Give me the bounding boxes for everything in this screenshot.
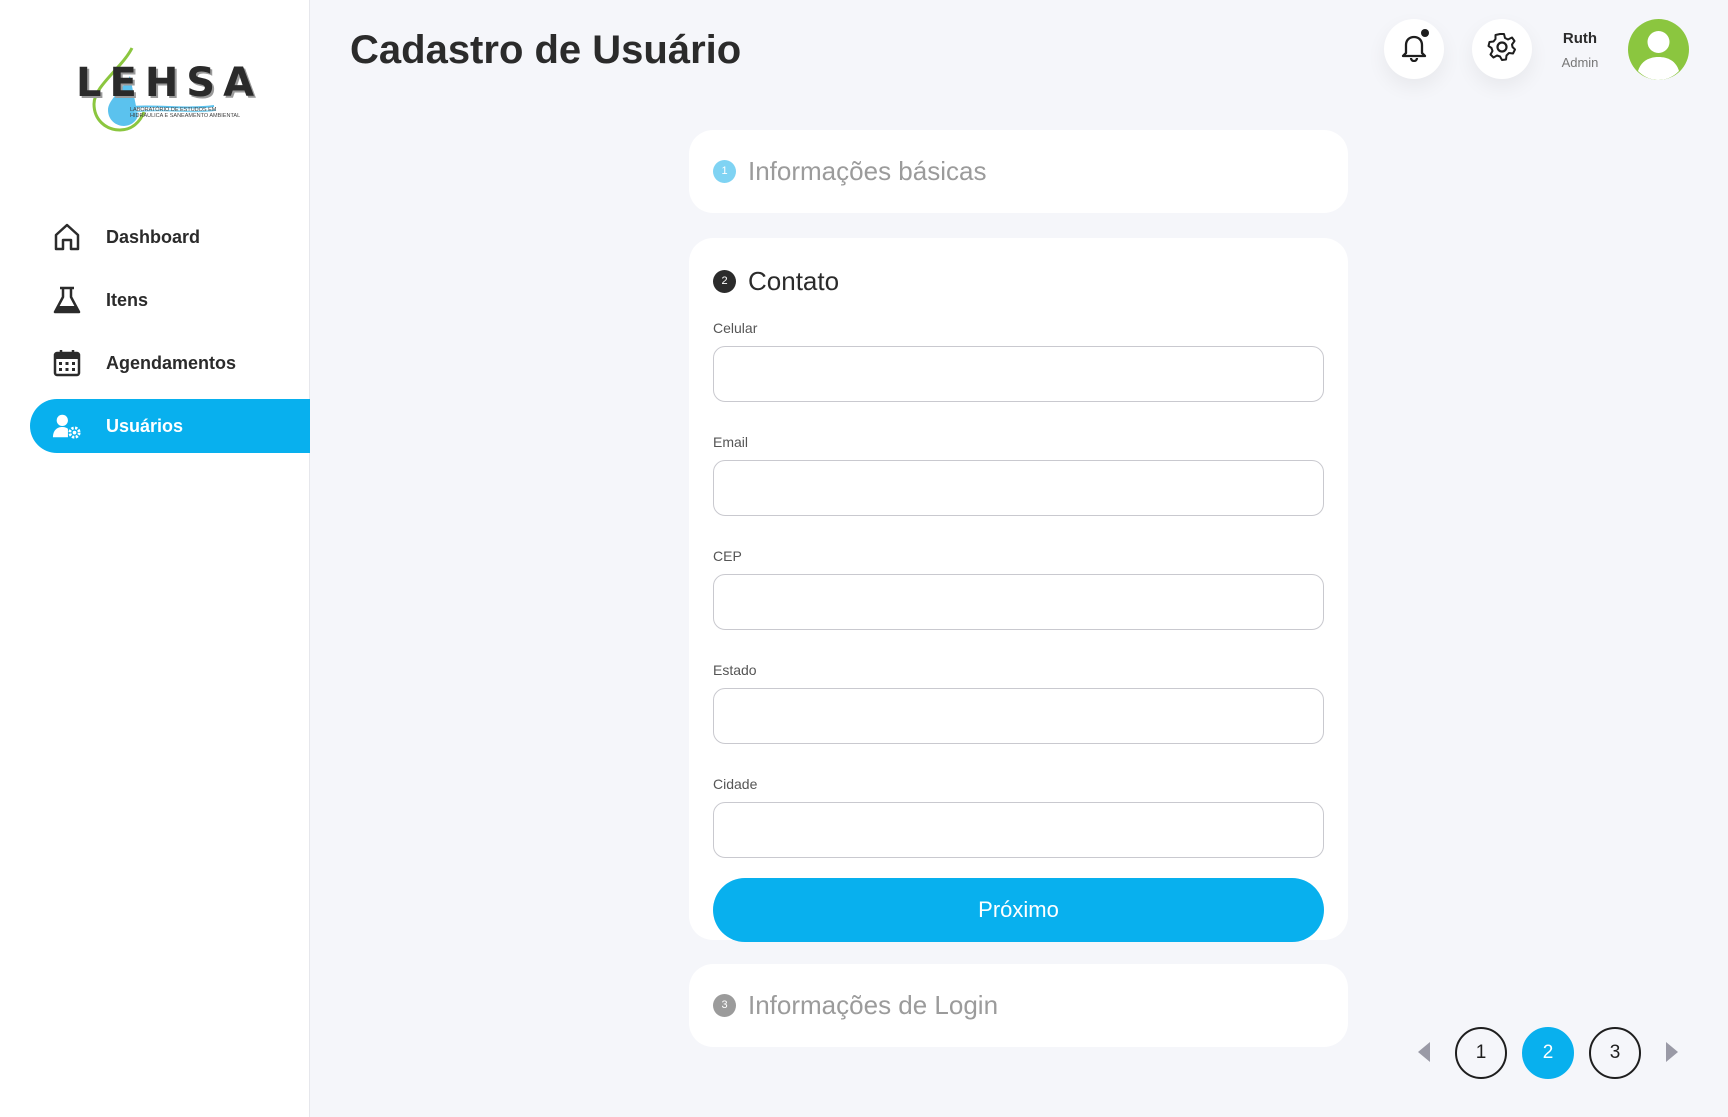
user-gear-icon xyxy=(52,411,82,441)
sidebar-item-label: Itens xyxy=(106,289,149,310)
cep-field[interactable] xyxy=(713,574,1324,630)
step-header[interactable]: 3 Informações de Login xyxy=(689,964,1348,1046)
email-label: Email xyxy=(713,434,749,450)
calendar-icon xyxy=(52,348,82,378)
sidebar-item-label: Dashboard xyxy=(106,226,201,247)
celular-label: Celular xyxy=(713,320,758,336)
sidebar-item-agendamentos[interactable]: Agendamentos xyxy=(30,336,310,390)
cep-label: CEP xyxy=(713,548,742,564)
user-role: Admin xyxy=(1561,55,1599,70)
cidade-field[interactable] xyxy=(713,802,1324,858)
logo-text: LEHSA xyxy=(76,60,263,106)
step-header[interactable]: 2 Contato xyxy=(689,238,1348,324)
next-page-icon[interactable] xyxy=(1666,1040,1680,1069)
step-card-contact: 2 Contato Celular Email CEP Estado Cidad… xyxy=(689,238,1348,942)
user-avatar-icon xyxy=(1638,31,1679,80)
estado-field[interactable] xyxy=(713,688,1324,744)
user-name: Ruth xyxy=(1562,30,1598,47)
step-title: Informações de Login xyxy=(748,989,999,1020)
flask-icon xyxy=(52,285,82,315)
step-number-badge: 3 xyxy=(713,993,736,1017)
sidebar-nav: Dashboard Itens Agendamentos Usuários xyxy=(30,210,310,462)
gear-icon xyxy=(1487,32,1517,67)
prev-page-icon[interactable] xyxy=(1416,1040,1430,1069)
notification-dot xyxy=(1421,29,1429,37)
lehsa-logo[interactable]: LEHSA Laboratório de Estudos em Hidráuli… xyxy=(74,46,254,132)
logo-subtitle: Laboratório de Estudos em Hidráulica e S… xyxy=(130,107,241,119)
step-number-badge: 1 xyxy=(713,159,736,183)
step-number-badge: 2 xyxy=(713,269,736,293)
settings-button[interactable] xyxy=(1472,19,1532,79)
estado-label: Estado xyxy=(713,662,757,678)
celular-field[interactable] xyxy=(713,346,1324,402)
sidebar-item-dashboard[interactable]: Dashboard xyxy=(30,210,310,264)
contact-form: Celular Email CEP Estado Cidade Próximo xyxy=(689,320,1348,942)
avatar[interactable] xyxy=(1628,19,1689,80)
page-title: Cadastro de Usuário xyxy=(350,28,742,72)
cidade-label: Cidade xyxy=(713,776,758,792)
next-button[interactable]: Próximo xyxy=(713,878,1324,942)
sidebar-item-itens[interactable]: Itens xyxy=(30,273,310,327)
page-button-1[interactable]: 1 xyxy=(1455,1027,1507,1079)
step-title: Contato xyxy=(748,265,840,296)
email-field[interactable] xyxy=(713,460,1324,516)
sidebar-item-label: Usuários xyxy=(106,415,184,436)
sidebar-item-usuarios[interactable]: Usuários xyxy=(30,399,310,453)
notifications-button[interactable] xyxy=(1384,19,1444,79)
step-card-basic-info[interactable]: 1 Informações básicas xyxy=(689,130,1348,213)
page-button-2[interactable]: 2 xyxy=(1522,1027,1574,1079)
sidebar: LEHSA Laboratório de Estudos em Hidráuli… xyxy=(0,0,310,1117)
home-icon xyxy=(52,222,82,252)
step-title: Informações básicas xyxy=(748,155,987,186)
step-header[interactable]: 1 Informações básicas xyxy=(689,130,1348,212)
page-button-3[interactable]: 3 xyxy=(1589,1027,1641,1079)
step-card-login-info[interactable]: 3 Informações de Login xyxy=(689,964,1348,1047)
sidebar-item-label: Agendamentos xyxy=(106,352,237,373)
